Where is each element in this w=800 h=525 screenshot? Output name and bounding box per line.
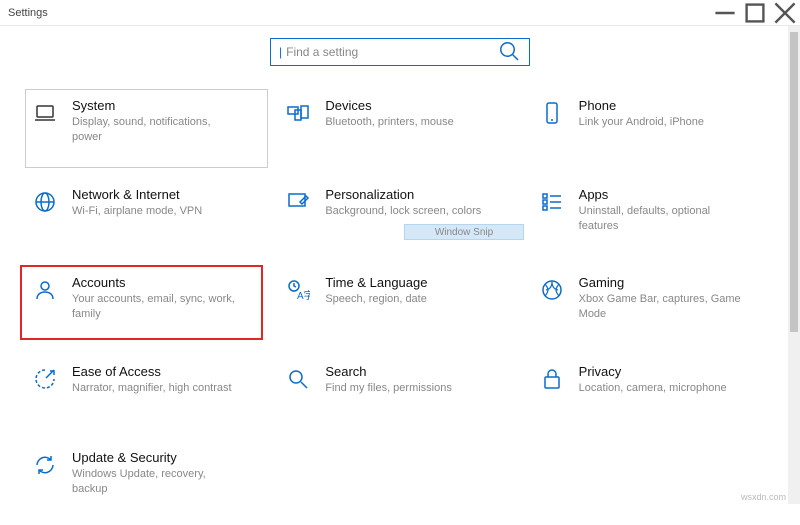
tile-personalization[interactable]: Personalization Background, lock screen,… — [273, 173, 526, 262]
tile-title: Network & Internet — [72, 187, 202, 202]
scrollbar[interactable] — [788, 26, 800, 504]
devices-icon — [285, 100, 311, 126]
search-icon — [497, 39, 521, 66]
tile-title: Time & Language — [325, 275, 427, 290]
tile-system[interactable]: System Display, sound, notifications, po… — [20, 84, 273, 173]
laptop-icon — [32, 100, 58, 126]
tile-title: Apps — [579, 187, 749, 202]
watermark: wsxdn.com — [741, 492, 786, 502]
tile-desc: Find my files, permissions — [325, 381, 452, 396]
tile-devices[interactable]: Devices Bluetooth, printers, mouse — [273, 84, 526, 173]
tile-title: Personalization — [325, 187, 481, 202]
phone-icon — [539, 100, 565, 126]
tile-title: Privacy — [579, 364, 727, 379]
tile-search[interactable]: Search Find my files, permissions — [273, 350, 526, 436]
window-title: Settings — [8, 7, 48, 19]
lock-icon — [539, 366, 565, 392]
person-icon — [32, 277, 58, 303]
svg-text:A字: A字 — [297, 289, 310, 302]
tile-accounts[interactable]: Accounts Your accounts, email, sync, wor… — [20, 261, 273, 350]
close-button[interactable] — [770, 0, 800, 26]
settings-grid: System Display, sound, notifications, po… — [0, 84, 800, 525]
tile-desc: Bluetooth, printers, mouse — [325, 115, 453, 130]
tile-network[interactable]: Network & Internet Wi-Fi, airplane mode,… — [20, 173, 273, 262]
tile-desc: Link your Android, iPhone — [579, 115, 704, 130]
tile-apps[interactable]: Apps Uninstall, defaults, optional featu… — [527, 173, 780, 262]
tile-title: Accounts — [72, 275, 242, 290]
update-icon — [32, 452, 58, 478]
tile-ease-of-access[interactable]: Ease of Access Narrator, magnifier, high… — [20, 350, 273, 436]
tile-desc: Windows Update, recovery, backup — [72, 467, 242, 497]
tile-desc: Display, sound, notifications, power — [72, 115, 242, 145]
minimize-button[interactable] — [710, 0, 740, 26]
tile-desc: Wi-Fi, airplane mode, VPN — [72, 204, 202, 219]
paintbrush-icon — [285, 189, 311, 215]
window-controls — [710, 0, 800, 26]
tile-title: Phone — [579, 98, 704, 113]
tile-phone[interactable]: Phone Link your Android, iPhone — [527, 84, 780, 173]
globe-icon — [32, 189, 58, 215]
tile-desc: Your accounts, email, sync, work, family — [72, 292, 242, 322]
search-input[interactable]: |Find a setting — [270, 38, 530, 66]
search-container: |Find a setting — [0, 26, 800, 84]
gaming-icon — [539, 277, 565, 303]
search-placeholder: Find a setting — [286, 45, 358, 59]
tile-desc: Xbox Game Bar, captures, Game Mode — [579, 292, 749, 322]
scrollbar-thumb[interactable] — [790, 32, 798, 332]
tile-title: Devices — [325, 98, 453, 113]
tile-title: Gaming — [579, 275, 749, 290]
titlebar: Settings — [0, 0, 800, 26]
tile-title: Search — [325, 364, 452, 379]
tile-desc: Speech, region, date — [325, 292, 427, 307]
tile-desc: Uninstall, defaults, optional features — [579, 204, 749, 234]
tile-desc: Location, camera, microphone — [579, 381, 727, 396]
tile-title: System — [72, 98, 242, 113]
tile-title: Ease of Access — [72, 364, 232, 379]
window-snip-tooltip: Window Snip — [404, 224, 524, 240]
tile-update-security[interactable]: Update & Security Windows Update, recove… — [20, 436, 273, 525]
time-language-icon: A字 — [285, 277, 311, 303]
ease-of-access-icon — [32, 366, 58, 392]
tile-gaming[interactable]: Gaming Xbox Game Bar, captures, Game Mod… — [527, 261, 780, 350]
tile-desc: Background, lock screen, colors — [325, 204, 481, 219]
tile-title: Update & Security — [72, 450, 242, 465]
apps-icon — [539, 189, 565, 215]
tile-privacy[interactable]: Privacy Location, camera, microphone — [527, 350, 780, 436]
tile-desc: Narrator, magnifier, high contrast — [72, 381, 232, 396]
maximize-button[interactable] — [740, 0, 770, 26]
tile-time-language[interactable]: A字 Time & Language Speech, region, date — [273, 261, 526, 350]
search-icon — [285, 366, 311, 392]
